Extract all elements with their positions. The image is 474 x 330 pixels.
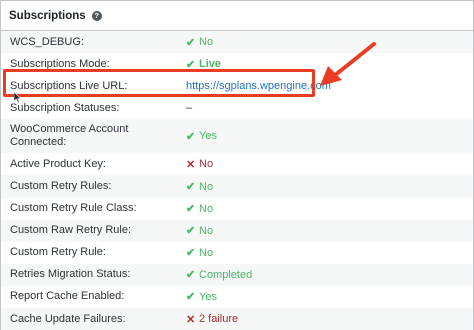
row-value: – bbox=[186, 102, 192, 114]
status-row: Custom Retry Rules: ✔ No bbox=[1, 175, 473, 198]
row-value: ✕ 2 failure bbox=[186, 313, 238, 326]
row-value: ✔ No bbox=[186, 202, 214, 216]
row-label: Custom Raw Retry Rule: bbox=[10, 224, 132, 237]
help-icon[interactable]: ? bbox=[91, 10, 102, 21]
row-value: ✔ Completed bbox=[186, 268, 253, 282]
mouse-cursor-icon bbox=[14, 92, 22, 103]
live-url-link[interactable]: https://sgplans.wpengine.com bbox=[186, 80, 331, 92]
row-value-text: No bbox=[199, 246, 214, 259]
panel-title: Subscriptions bbox=[9, 9, 86, 22]
row-label: Retries Migration Status: bbox=[10, 268, 131, 281]
row-label: WCS_DEBUG: bbox=[10, 35, 84, 48]
panel-header: Subscriptions ? bbox=[1, 1, 473, 31]
status-row: Custom Raw Retry Rule: ✔ No bbox=[1, 219, 473, 242]
cross-icon: ✕ bbox=[186, 313, 196, 326]
checkmark-icon: ✔ bbox=[186, 130, 196, 143]
status-row: Active Product Key: ✕ No bbox=[1, 153, 473, 175]
checkmark-icon: ✔ bbox=[186, 225, 196, 238]
row-label: Subscriptions Mode: bbox=[10, 57, 110, 70]
row-label: Active Product Key: bbox=[10, 157, 106, 170]
row-value: ✔ Live bbox=[186, 58, 221, 71]
row-value: ✔ Yes bbox=[186, 130, 217, 143]
row-value-text: Yes bbox=[199, 290, 217, 303]
row-value: ✔ No bbox=[186, 180, 214, 194]
status-row: Custom Retry Rule Class: ✔ No bbox=[1, 198, 473, 220]
row-label: Custom Retry Rules: bbox=[10, 180, 112, 193]
status-row: Cache Update Failures: ✕ 2 failure bbox=[1, 308, 473, 330]
row-value-text: 2 failure bbox=[199, 313, 239, 326]
row-value-text: Completed bbox=[199, 268, 253, 281]
row-value: https://sgplans.wpengine.com bbox=[186, 80, 331, 92]
row-value-text: Live bbox=[199, 58, 222, 71]
status-row: Retries Migration Status: ✔ Completed bbox=[1, 263, 473, 286]
row-label: Report Cache Enabled: bbox=[10, 290, 125, 303]
checkmark-icon: ✔ bbox=[186, 247, 196, 260]
status-row: WooCommerce Account Connected: ✔ Yes bbox=[1, 119, 473, 154]
row-value-text: – bbox=[186, 102, 193, 115]
checkmark-icon: ✔ bbox=[186, 58, 196, 71]
checkmark-icon: ✔ bbox=[186, 181, 196, 194]
row-value-text: No bbox=[199, 158, 214, 171]
checkmark-icon: ✔ bbox=[186, 203, 196, 216]
checkmark-icon: ✔ bbox=[186, 269, 196, 282]
row-value: ✔ No bbox=[186, 246, 214, 260]
subscriptions-panel: Subscriptions ? WCS_DEBUG: ✔ No Subscrip… bbox=[0, 0, 474, 330]
row-value: ✕ No bbox=[186, 158, 213, 171]
row-label: Custom Retry Rule Class: bbox=[10, 202, 137, 215]
status-row: WCS_DEBUG: ✔ No bbox=[1, 31, 473, 54]
row-value: ✔ No bbox=[186, 224, 214, 238]
row-label: WooCommerce Account Connected: bbox=[10, 123, 129, 149]
status-row: Subscription Statuses: – bbox=[1, 97, 473, 119]
checkmark-icon: ✔ bbox=[186, 291, 196, 304]
status-row: Report Cache Enabled: ✔ Yes bbox=[1, 286, 473, 308]
row-value: ✔ No bbox=[186, 36, 213, 49]
red-arrow-icon bbox=[320, 42, 376, 86]
checkmark-icon: ✔ bbox=[186, 36, 196, 49]
row-label: Subscriptions Live URL: bbox=[10, 79, 128, 92]
cross-icon: ✕ bbox=[186, 158, 196, 171]
row-label: Cache Update Failures: bbox=[10, 312, 126, 325]
row-value-text: No bbox=[199, 224, 214, 237]
row-value-text: Yes bbox=[199, 130, 217, 143]
row-value-text: No bbox=[199, 36, 214, 49]
row-label: Subscription Statuses: bbox=[10, 101, 120, 114]
row-label: Custom Retry Rule: bbox=[10, 246, 106, 259]
status-row: Subscriptions Mode: ✔ Live bbox=[1, 53, 473, 75]
status-rows: WCS_DEBUG: ✔ No Subscriptions Mode: ✔ Li… bbox=[1, 31, 473, 330]
status-row: Custom Retry Rule: ✔ No bbox=[1, 242, 473, 264]
row-value-text: No bbox=[199, 180, 214, 193]
status-row: Subscriptions Live URL: https://sgplans.… bbox=[1, 75, 473, 98]
row-value: ✔ Yes bbox=[186, 290, 217, 304]
row-value-text: No bbox=[199, 202, 214, 215]
